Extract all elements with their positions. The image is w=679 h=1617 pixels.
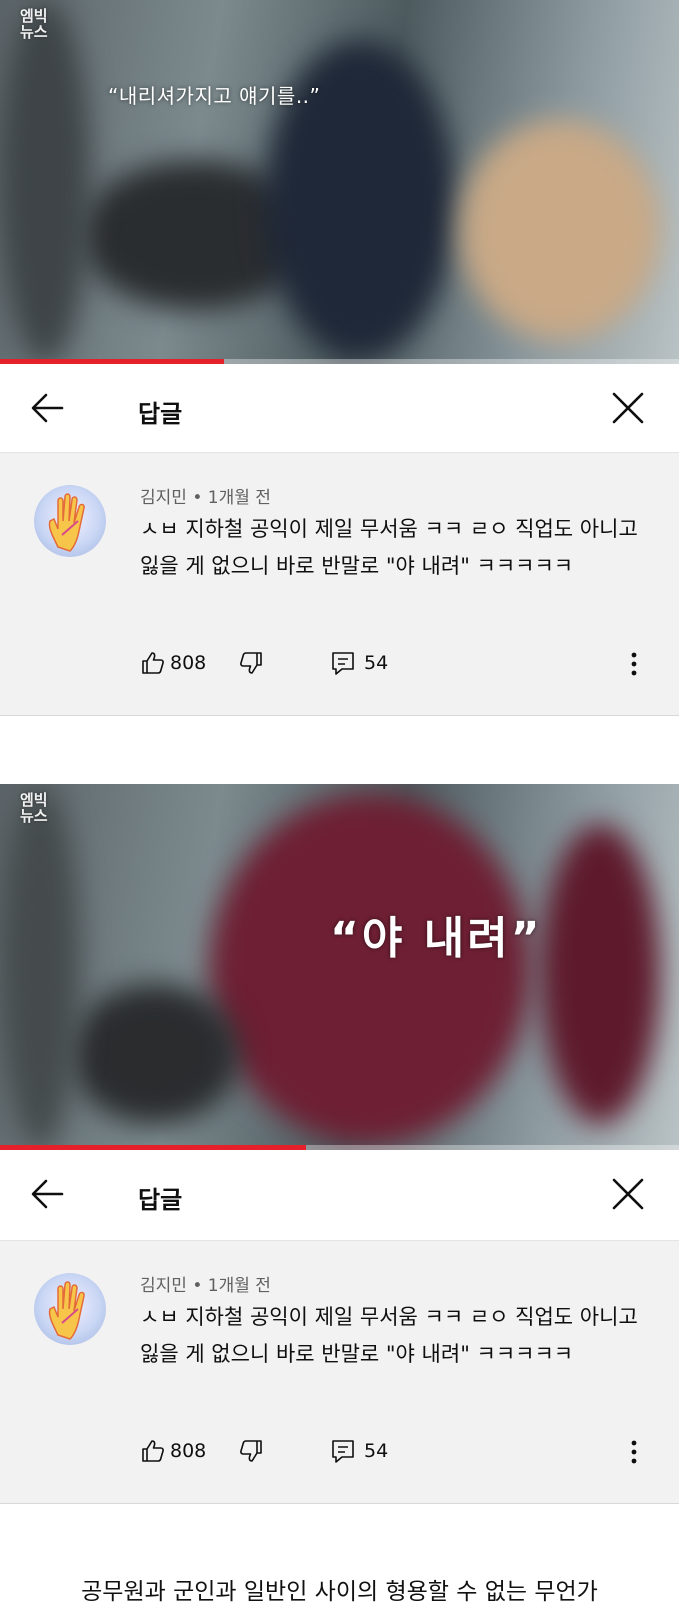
comment-text: ㅅㅂ 지하철 공익이 제일 무서움 ㅋㅋ ㄹㅇ 직업도 아니고 잃을 게 없으니… bbox=[140, 1305, 638, 1366]
reply-header: 답글 bbox=[0, 1150, 679, 1242]
news-watermark: 엠빅 뉴스 bbox=[20, 791, 48, 825]
arrow-left-icon[interactable] bbox=[26, 1172, 70, 1216]
comment-meta: 김지민 • 1개월 전 bbox=[140, 483, 271, 508]
video-scene bbox=[0, 784, 80, 1150]
hand-avatar-icon bbox=[48, 1281, 85, 1340]
meta-separator: • bbox=[186, 488, 208, 508]
like-count: 808 bbox=[170, 1440, 207, 1462]
arrow-left-icon[interactable] bbox=[26, 386, 70, 430]
reply-icon[interactable] bbox=[330, 650, 356, 676]
reply-header: 답글 bbox=[0, 364, 679, 456]
thumb-down-icon[interactable] bbox=[238, 1438, 264, 1464]
video-player[interactable]: 엠빅 뉴스 “내리셔가지고 얘기를..” bbox=[0, 0, 679, 364]
reply-icon[interactable] bbox=[330, 1438, 356, 1464]
close-icon[interactable] bbox=[606, 386, 650, 430]
header-title: 답글 bbox=[138, 400, 183, 428]
comment-author[interactable]: 김지민 bbox=[140, 488, 187, 508]
comment-text: ㅅㅂ 지하철 공익이 제일 무서움 ㅋㅋ ㄹㅇ 직업도 아니고 잃을 게 없으니… bbox=[140, 517, 638, 578]
video-scene bbox=[540, 824, 660, 1124]
hand-avatar-icon bbox=[48, 493, 85, 552]
post-caption: 공무원과 군인과 일반인 사이의 형용할 수 없는 무언가 bbox=[81, 1579, 598, 1605]
comment-actions: 808 54 bbox=[140, 649, 650, 679]
meta-separator: • bbox=[186, 1276, 208, 1296]
comment-time: 1개월 전 bbox=[207, 1276, 271, 1296]
video-scene bbox=[460, 120, 660, 340]
thumb-up-icon[interactable] bbox=[140, 650, 166, 676]
video-subtitle: “야 내려” bbox=[330, 913, 543, 964]
thumb-up-icon[interactable] bbox=[140, 1438, 166, 1464]
video-scene bbox=[70, 984, 240, 1124]
comment-card: 김지민 • 1개월 전 ㅅㅂ 지하철 공익이 제일 무서움 ㅋㅋ ㄹㅇ 직업도 … bbox=[0, 1240, 679, 1504]
close-icon[interactable] bbox=[606, 1172, 650, 1216]
comment-card: 김지민 • 1개월 전 ㅅㅂ 지하철 공익이 제일 무서움 ㅋㅋ ㄹㅇ 직업도 … bbox=[0, 452, 679, 716]
news-watermark: 엠빅 뉴스 bbox=[20, 7, 48, 41]
like-count: 808 bbox=[170, 652, 207, 674]
more-vert-icon[interactable] bbox=[624, 649, 644, 679]
comment-author[interactable]: 김지민 bbox=[140, 1276, 187, 1296]
comment-time: 1개월 전 bbox=[207, 488, 271, 508]
video-subtitle: “내리셔가지고 얘기를..” bbox=[108, 84, 321, 108]
thumb-down-icon[interactable] bbox=[238, 650, 264, 676]
header-title: 답글 bbox=[138, 1186, 183, 1214]
video-scene bbox=[0, 0, 90, 364]
avatar[interactable] bbox=[34, 485, 106, 557]
more-vert-icon[interactable] bbox=[624, 1437, 644, 1467]
comment-actions: 808 54 bbox=[140, 1437, 650, 1467]
video-player[interactable]: 엠빅 뉴스 “야 내려” bbox=[0, 784, 679, 1150]
video-scene bbox=[210, 794, 530, 1144]
reply-count: 54 bbox=[364, 1440, 389, 1462]
avatar[interactable] bbox=[34, 1273, 106, 1345]
comment-meta: 김지민 • 1개월 전 bbox=[140, 1271, 271, 1296]
reply-count: 54 bbox=[364, 652, 389, 674]
